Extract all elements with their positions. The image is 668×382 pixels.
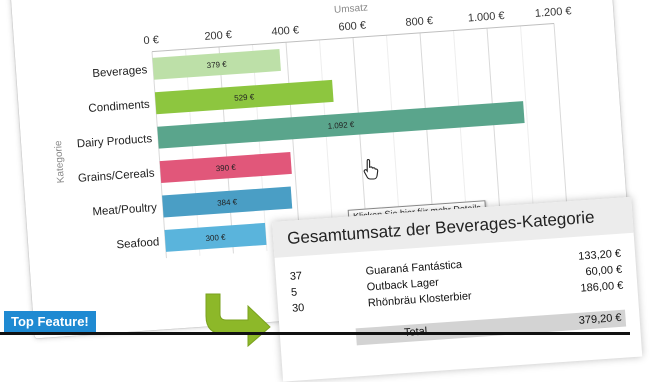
- arrow-icon: [198, 292, 274, 348]
- total-row: Total 379,20 €: [355, 309, 627, 346]
- gridline-major: [285, 42, 301, 249]
- top-feature-badge: Top Feature!: [4, 311, 96, 332]
- gridline-minor: [520, 25, 536, 233]
- x-tick-label: 600 €: [338, 20, 366, 34]
- gridline-minor: [185, 49, 201, 256]
- category-label: Seafood: [116, 236, 160, 251]
- bar-value-label: 384 €: [217, 197, 238, 207]
- category-label: Beverages: [92, 64, 148, 80]
- bar-value-label: 529 €: [234, 92, 255, 102]
- divider: [0, 332, 630, 335]
- x-tick-label: 200 €: [204, 29, 232, 43]
- gridline-major: [553, 23, 569, 231]
- x-tick-label: 1.000 €: [468, 10, 505, 25]
- gridline-major: [486, 28, 502, 235]
- y-axis-title: Kategorie: [53, 140, 67, 184]
- x-tick-label: 800 €: [405, 15, 433, 29]
- category-label: Dairy Products: [76, 133, 152, 150]
- row-qty: 37: [289, 270, 303, 283]
- bar-value-label: 390 €: [215, 163, 236, 173]
- x-tick-label: 0 €: [143, 34, 159, 47]
- gridline-minor: [319, 39, 335, 247]
- gridline-major: [218, 46, 234, 254]
- gridline-major: [151, 51, 167, 259]
- category-label: Grains/Cereals: [78, 167, 156, 184]
- category-label: Condiments: [88, 99, 150, 115]
- row-amount: 133,20 €: [577, 247, 622, 263]
- category-label: Meat/Poultry: [92, 202, 157, 218]
- detail-card: Gesamtumsatz der Beverages-Kategorie 37 …: [272, 196, 643, 382]
- total-amount: 379,20 €: [578, 311, 622, 327]
- hand-cursor-icon: [362, 158, 380, 180]
- x-tick-label: 1.200 €: [535, 5, 572, 20]
- bar-value-label: 379 €: [206, 60, 227, 70]
- bar-value-label: 300 €: [205, 233, 226, 243]
- x-tick-label: 400 €: [271, 24, 299, 38]
- gridline-minor: [252, 44, 268, 252]
- bar-value-label: 1.092 €: [327, 120, 355, 131]
- stage: 0 € 200 € 400 € 600 € 800 € 1.000 € 1.200 € Ums…: [0, 0, 668, 382]
- x-axis-title: Umsatz: [334, 2, 369, 15]
